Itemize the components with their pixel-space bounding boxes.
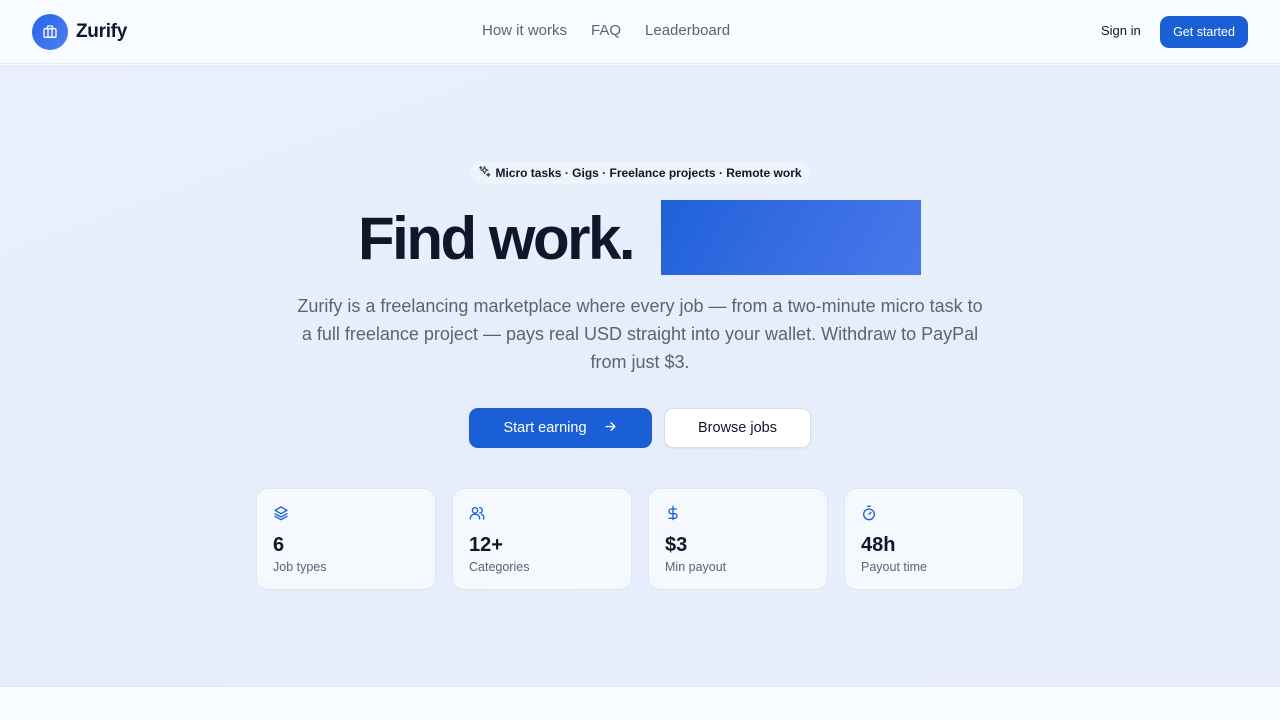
stat-label: Job types — [273, 560, 327, 574]
start-earning-label: Start earning — [503, 420, 587, 436]
stat-value: 12+ — [469, 534, 503, 556]
main-nav: How it works FAQ Leaderboard — [482, 22, 730, 39]
sign-in-link[interactable]: Sign in — [1101, 23, 1141, 38]
stat-card-min-payout: $3 Min payout — [648, 488, 828, 590]
stat-card-categories: 12+ Categories — [452, 488, 632, 590]
stat-card-job-types: 6 Job types — [256, 488, 436, 590]
stat-label: Min payout — [665, 560, 727, 574]
browse-jobs-button[interactable]: Browse jobs — [664, 408, 811, 448]
headline-highlight-box — [661, 200, 921, 275]
site-header: Zurify How it works FAQ Leaderboard Sign… — [0, 0, 1280, 64]
nav-link-leaderboard[interactable]: Leaderboard — [645, 22, 730, 39]
stat-value: 48h — [861, 534, 896, 556]
brand-logo[interactable]: Zurify — [32, 14, 127, 50]
nav-link-how-it-works[interactable]: How it works — [482, 22, 567, 39]
start-earning-button[interactable]: Start earning — [469, 408, 652, 448]
stats-row: 6 Job types 12+ Categories $3 Min payout… — [256, 488, 1024, 590]
sparkles-icon — [478, 165, 491, 181]
stat-label: Payout time — [861, 560, 928, 574]
brand-name: Zurify — [76, 21, 127, 42]
hero-headline: Find work. — [358, 205, 636, 272]
users-icon — [469, 507, 485, 520]
timer-icon — [863, 505, 875, 521]
dollar-icon — [668, 505, 678, 521]
stat-value: 6 — [273, 534, 285, 556]
arrow-right-icon — [603, 419, 618, 438]
hero-subtitle: Zurify is a freelancing marketplace wher… — [297, 296, 983, 372]
tagline-text: Micro tasks · Gigs · Freelance projects … — [495, 166, 802, 180]
next-section-edge — [0, 686, 1280, 720]
stat-label: Categories — [469, 560, 530, 574]
layers-icon — [274, 506, 288, 521]
tagline-pill: Micro tasks · Gigs · Freelance projects … — [470, 162, 810, 184]
get-started-button[interactable]: Get started — [1160, 16, 1248, 48]
stat-value: $3 — [665, 534, 688, 556]
nav-link-faq[interactable]: FAQ — [591, 22, 621, 39]
stat-card-payout-time: 48h Payout time — [844, 488, 1024, 590]
briefcase-icon — [32, 14, 68, 50]
